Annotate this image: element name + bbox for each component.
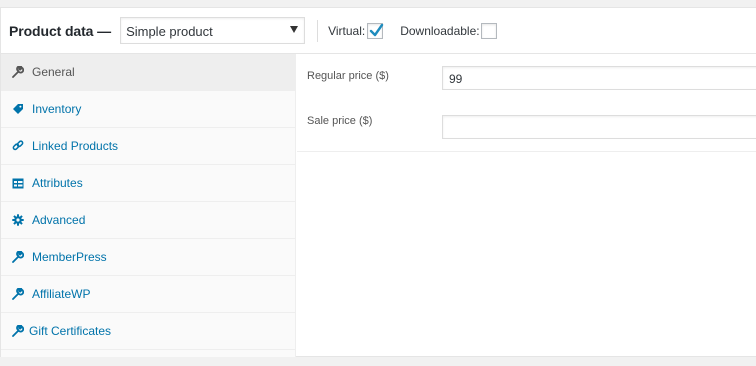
- wrench-icon: [11, 324, 25, 338]
- chevron-down-icon: [290, 26, 299, 33]
- tab-attributes[interactable]: Attributes: [1, 165, 295, 202]
- checkmark-icon: [370, 23, 384, 36]
- product-type-select[interactable]: Simple product: [120, 17, 306, 44]
- tab-inventory-label: Inventory: [32, 102, 82, 116]
- tab-attributes-label: Attributes: [32, 176, 83, 190]
- tab-advanced[interactable]: Advanced: [1, 202, 295, 239]
- tag-icon: [11, 102, 25, 116]
- regular-price-row: Regular price ($) 99: [297, 54, 756, 97]
- product-data-tabs: General Inventory Linked Products Attrib…: [1, 54, 296, 357]
- tab-affiliatewp-label: AffiliateWP: [32, 287, 91, 301]
- tab-affiliatewp[interactable]: AffiliateWP: [1, 276, 295, 313]
- tab-gift-certificates[interactable]: Gift Certificates: [1, 313, 295, 350]
- tab-memberpress[interactable]: MemberPress: [1, 239, 295, 276]
- table-icon: [11, 176, 25, 190]
- tab-general-label: General: [32, 65, 75, 79]
- tab-linked-products[interactable]: Linked Products: [1, 128, 295, 165]
- gear-icon: [11, 213, 25, 227]
- tab-gift-certificates-label: Gift Certificates: [29, 324, 112, 338]
- downloadable-checkbox[interactable]: [480, 22, 497, 39]
- tab-advanced-label: Advanced: [32, 213, 86, 227]
- wrench-icon: [11, 250, 25, 264]
- downloadable-label: Downloadable:: [400, 23, 480, 38]
- product-data-title: Product data —: [9, 22, 112, 39]
- product-data-panel: Product data — Simple product Virtual: D…: [0, 7, 756, 357]
- product-type-value: Simple product: [126, 24, 213, 39]
- sale-price-label: Sale price ($): [307, 115, 373, 127]
- regular-price-label: Regular price ($): [307, 70, 389, 82]
- link-icon: [11, 139, 25, 153]
- product-data-header: Product data — Simple product Virtual: D…: [1, 8, 756, 54]
- tab-memberpress-label: MemberPress: [32, 250, 107, 264]
- tab-inventory[interactable]: Inventory: [1, 91, 295, 128]
- virtual-checkbox[interactable]: [367, 22, 384, 39]
- header-divider: [317, 19, 319, 42]
- sale-price-row: Sale price ($): [297, 97, 756, 140]
- sale-price-input[interactable]: [442, 115, 756, 139]
- wrench-icon: [11, 65, 25, 79]
- regular-price-input[interactable]: 99: [442, 66, 756, 90]
- virtual-label: Virtual:: [328, 23, 366, 38]
- tab-linked-products-label: Linked Products: [32, 139, 119, 153]
- tab-general[interactable]: General: [1, 54, 295, 91]
- general-options-panel: Regular price ($) 99 Sale price ($): [297, 54, 756, 152]
- wrench-icon: [11, 287, 25, 301]
